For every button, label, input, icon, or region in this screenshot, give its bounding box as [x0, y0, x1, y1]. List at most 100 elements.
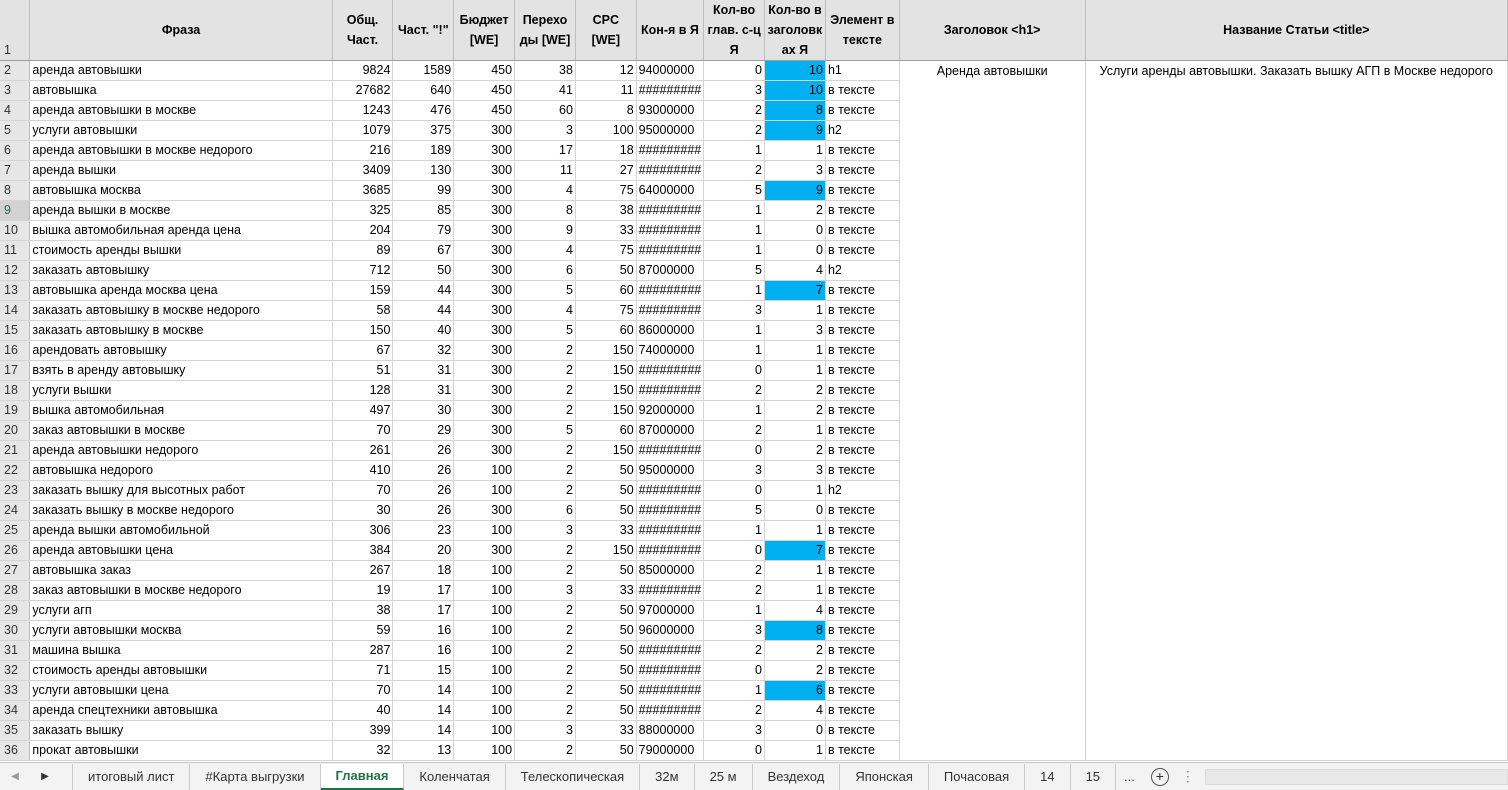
cell-main-pages[interactable]: 3	[703, 80, 765, 101]
cell-competition[interactable]: 95000000	[636, 120, 705, 141]
cell-main-pages[interactable]: 1	[703, 400, 765, 421]
cell-phrase[interactable]: заказать вышку в москве недорого	[29, 500, 333, 521]
cell-total-freq[interactable]: 325	[332, 200, 394, 221]
cell-element[interactable]: в тексте	[825, 600, 900, 621]
cell-element[interactable]: в тексте	[825, 400, 900, 421]
row-number[interactable]: 1	[0, 0, 31, 61]
cell-exact-freq[interactable]: 79	[392, 220, 455, 241]
row-number[interactable]: 27	[0, 560, 31, 581]
cell-budget[interactable]: 300	[453, 540, 516, 561]
cell-competition[interactable]: 85000000	[636, 560, 705, 581]
cell-budget[interactable]: 300	[453, 320, 516, 341]
cell-exact-freq[interactable]: 476	[392, 100, 455, 121]
cell-phrase[interactable]: аренда автовышки	[29, 60, 333, 81]
cell-exact-freq[interactable]: 31	[392, 380, 455, 401]
cell-clicks[interactable]: 6	[514, 260, 576, 281]
cell-budget[interactable]: 100	[453, 620, 516, 641]
row-number[interactable]: 32	[0, 660, 31, 681]
cell-total-freq[interactable]: 40	[332, 700, 394, 721]
cell-budget[interactable]: 100	[453, 520, 516, 541]
row-number[interactable]: 12	[0, 260, 31, 281]
cell-exact-freq[interactable]: 13	[392, 740, 455, 761]
cell-budget[interactable]: 300	[453, 360, 516, 381]
cell-cpc[interactable]: 50	[575, 700, 637, 721]
cell-clicks[interactable]: 2	[514, 400, 576, 421]
cell-competition[interactable]: #########	[636, 380, 705, 401]
sheet-tab[interactable]: 25 м	[695, 763, 753, 790]
cell-budget[interactable]: 100	[453, 560, 516, 581]
cell-element[interactable]: h2	[825, 260, 900, 281]
cell-element[interactable]: в тексте	[825, 440, 900, 461]
cell-budget[interactable]: 450	[453, 60, 516, 81]
cell-phrase[interactable]: взять в аренду автовышку	[29, 360, 333, 381]
cell-total-freq[interactable]: 38	[332, 600, 394, 621]
cell-main-pages[interactable]: 1	[703, 680, 765, 701]
cell-in-titles[interactable]: 3	[764, 460, 826, 481]
cell-main-pages[interactable]: 3	[703, 720, 765, 741]
cell-budget[interactable]: 300	[453, 220, 516, 241]
cell-exact-freq[interactable]: 189	[392, 140, 455, 161]
cell-exact-freq[interactable]: 44	[392, 300, 455, 321]
cell-phrase[interactable]: аренда автовышки в москве недорого	[29, 140, 333, 161]
cell-exact-freq[interactable]: 85	[392, 200, 455, 221]
cell-exact-freq[interactable]: 20	[392, 540, 455, 561]
cell-clicks[interactable]: 11	[514, 160, 576, 181]
cell-total-freq[interactable]: 89	[332, 240, 394, 261]
cell-budget[interactable]: 300	[453, 140, 516, 161]
cell-exact-freq[interactable]: 16	[392, 640, 455, 661]
cell-total-freq[interactable]: 287	[332, 640, 394, 661]
row-number[interactable]: 36	[0, 740, 31, 761]
cell-main-pages[interactable]: 5	[703, 180, 765, 201]
row-number[interactable]: 14	[0, 300, 31, 321]
cell-in-titles[interactable]: 2	[764, 380, 826, 401]
cell-in-titles[interactable]: 1	[764, 300, 826, 321]
row-number[interactable]: 21	[0, 440, 31, 461]
cell-title-value[interactable]: Услуги аренды автовышки. Заказать вышку …	[1085, 60, 1508, 761]
cell-exact-freq[interactable]: 67	[392, 240, 455, 261]
cell-total-freq[interactable]: 384	[332, 540, 394, 561]
cell-main-pages[interactable]: 0	[703, 440, 765, 461]
cell-in-titles[interactable]: 1	[764, 480, 826, 501]
cell-in-titles[interactable]: 10	[764, 80, 826, 101]
cell-element[interactable]: в тексте	[825, 520, 900, 541]
tab-prev-icon[interactable]: ◀	[0, 771, 30, 782]
sheet-tab[interactable]: Японская	[840, 763, 929, 790]
cell-phrase[interactable]: автовышка	[29, 80, 333, 101]
spreadsheet-grid[interactable]: 1 Фраза Общ. Част. Част. "!" Бюджет [WE]…	[0, 0, 1508, 762]
cell-cpc[interactable]: 60	[575, 320, 637, 341]
cell-exact-freq[interactable]: 1589	[392, 60, 455, 81]
row-number[interactable]: 23	[0, 480, 31, 501]
cell-phrase[interactable]: стоимость аренды автовышки	[29, 660, 333, 681]
cell-h1-value[interactable]: Аренда автовышки	[899, 60, 1086, 761]
cell-exact-freq[interactable]: 26	[392, 480, 455, 501]
cell-element[interactable]: в тексте	[825, 580, 900, 601]
cell-phrase[interactable]: услуги автовышки цена	[29, 680, 333, 701]
sheet-tab[interactable]: 14	[1025, 763, 1071, 790]
cell-element[interactable]: в тексте	[825, 500, 900, 521]
cell-element[interactable]: в тексте	[825, 560, 900, 581]
row-number[interactable]: 11	[0, 240, 31, 261]
header-h1[interactable]: Заголовок <h1>	[899, 0, 1086, 61]
cell-clicks[interactable]: 4	[514, 300, 576, 321]
row-number[interactable]: 19	[0, 400, 31, 421]
cell-budget[interactable]: 100	[453, 740, 516, 761]
row-number[interactable]: 13	[0, 280, 31, 301]
cell-main-pages[interactable]: 2	[703, 700, 765, 721]
cell-in-titles[interactable]: 1	[764, 580, 826, 601]
cell-phrase[interactable]: услуги агп	[29, 600, 333, 621]
cell-budget[interactable]: 300	[453, 180, 516, 201]
header-main-pages[interactable]: Кол-во глав. с-ц Я	[703, 0, 765, 61]
cell-exact-freq[interactable]: 15	[392, 660, 455, 681]
cell-clicks[interactable]: 2	[514, 660, 576, 681]
cell-total-freq[interactable]: 9824	[332, 60, 394, 81]
cell-competition[interactable]: #########	[636, 640, 705, 661]
cell-phrase[interactable]: заказ автовышки в москве недорого	[29, 580, 333, 601]
cell-exact-freq[interactable]: 32	[392, 340, 455, 361]
cell-cpc[interactable]: 150	[575, 360, 637, 381]
cell-exact-freq[interactable]: 130	[392, 160, 455, 181]
cell-clicks[interactable]: 3	[514, 520, 576, 541]
cell-competition[interactable]: #########	[636, 220, 705, 241]
cell-element[interactable]: в тексте	[825, 700, 900, 721]
cell-element[interactable]: в тексте	[825, 240, 900, 261]
cell-budget[interactable]: 100	[453, 660, 516, 681]
